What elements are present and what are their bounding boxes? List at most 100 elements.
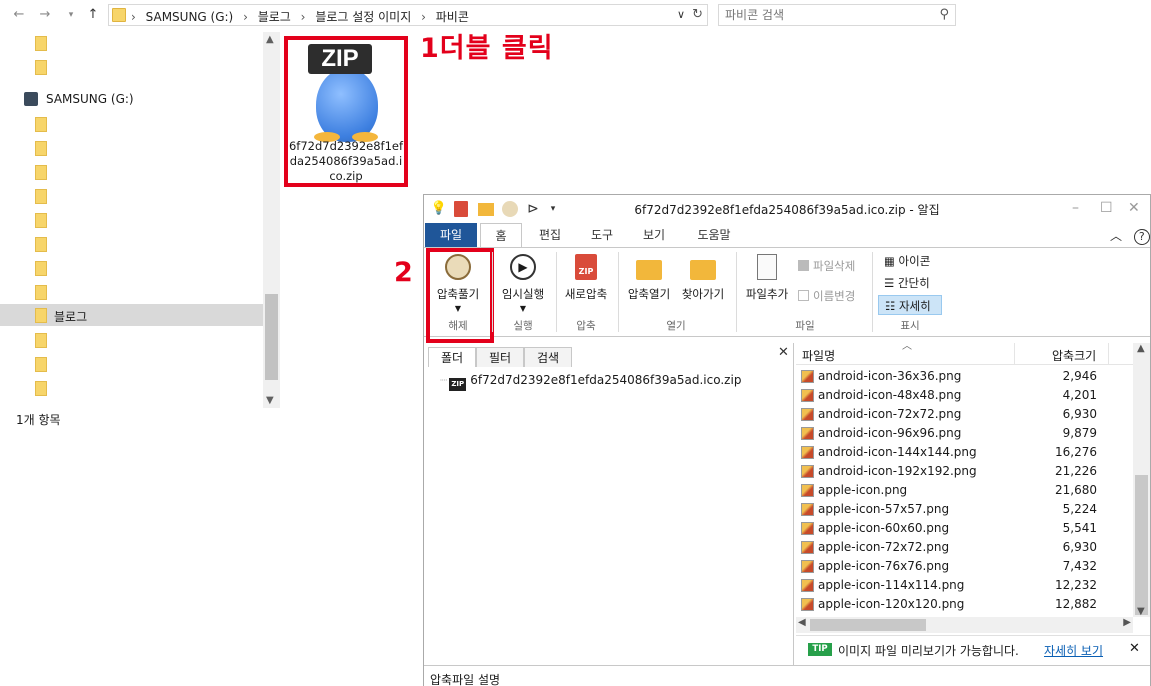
sort-caret-icon: ︿ (902, 341, 912, 352)
temp-run-button[interactable]: ▶ 임시실행 ▼ (496, 254, 550, 313)
address-bar[interactable]: › SAMSUNG (G:) › 블로그 › 블로그 설정 이미지 › 파비콘 … (108, 4, 708, 26)
tab-home[interactable]: 홈 (480, 223, 522, 247)
column-header-name[interactable]: 파일명 (802, 347, 835, 364)
tab-search[interactable]: 검색 (524, 347, 572, 367)
breadcrumb-item[interactable]: SAMSUNG (G:) (146, 10, 234, 24)
column-header-size[interactable]: 압축크기 (1052, 347, 1096, 364)
file-list-hscrollbar[interactable]: ◀ ▶ (796, 617, 1133, 633)
table-row[interactable]: apple-icon-72x72.png 6,930 (796, 538, 1133, 557)
table-row[interactable]: android-icon-192x192.png 21,226 (796, 462, 1133, 481)
tab-help[interactable]: 도움말 (686, 223, 742, 247)
extract-button[interactable]: 압축풀기 ▼ (426, 248, 494, 343)
tree-folder[interactable] (0, 209, 264, 231)
tree-drive[interactable]: SAMSUNG (G:) (0, 88, 264, 110)
address-dropdown-icon[interactable]: ∨ (677, 8, 685, 21)
archive-tree-node[interactable]: ┈ ZIP 6f72d7d2392e8f1efda254086f39a5ad.ico… (440, 373, 741, 391)
tree-folder[interactable] (0, 32, 264, 54)
close-icon[interactable]: ✕ (1128, 200, 1140, 216)
search-box[interactable]: ⚲ (718, 4, 956, 26)
table-row[interactable]: apple-icon-76x76.png 7,432 (796, 557, 1133, 576)
tree-folder[interactable] (0, 281, 264, 303)
add-file-label: 파일추가 (745, 287, 789, 301)
tab-folder[interactable]: 폴더 (428, 347, 476, 367)
search-icon[interactable]: ⚲ (939, 7, 949, 22)
tab-view[interactable]: 보기 (632, 223, 676, 247)
tree-folder[interactable] (0, 353, 264, 375)
tab-edit[interactable]: 편집 (528, 223, 572, 247)
tree-folder[interactable] (0, 161, 264, 183)
tree-folder[interactable] (0, 113, 264, 135)
tab-file[interactable]: 파일 (425, 223, 477, 247)
table-row[interactable]: apple-icon.png 21,680 (796, 481, 1133, 500)
help-icon[interactable]: ? (1133, 229, 1150, 245)
zip-file-item[interactable]: ZIP 6f72d7d2392e8f1efda254086f39a5ad.ico… (284, 36, 408, 187)
breadcrumb-item[interactable]: 블로그 설정 이미지 (315, 10, 411, 24)
view-simple-button[interactable]: ☰ 간단히 (878, 273, 942, 293)
tree-folder[interactable] (0, 185, 264, 207)
table-row[interactable]: apple-icon-57x57.png 5,224 (796, 500, 1133, 519)
delete-file-button[interactable]: 파일삭제 (798, 258, 855, 274)
maximize-icon[interactable]: ☐ (1100, 200, 1113, 216)
png-file-icon (801, 503, 814, 516)
pane-close-icon[interactable]: ✕ (778, 345, 789, 360)
run-dropdown-icon[interactable]: ▼ (496, 304, 550, 313)
png-file-icon (801, 484, 814, 497)
scroll-thumb[interactable] (1135, 475, 1148, 615)
find-location-button[interactable]: 찾아가기 (676, 254, 730, 302)
refresh-icon[interactable]: ↻ (692, 7, 703, 22)
breadcrumb-item[interactable]: 파비콘 (436, 10, 469, 24)
tab-tools[interactable]: 도구 (580, 223, 624, 247)
table-row[interactable]: android-icon-144x144.png 16,276 (796, 443, 1133, 462)
recent-dropdown-icon[interactable]: ▾ (62, 6, 80, 24)
play-icon: ▶ (510, 254, 536, 280)
tip-text: 이미지 파일 미리보기가 가능합니다. (838, 644, 1019, 658)
scroll-thumb[interactable] (265, 294, 278, 380)
scroll-right-icon[interactable]: ▶ (1123, 617, 1131, 628)
png-file-icon (801, 427, 814, 440)
scroll-thumb[interactable] (810, 619, 926, 631)
file-list-header: 파일명 ︿ 압축크기 (796, 341, 1133, 365)
table-row[interactable]: apple-icon-120x120.png 12,882 (796, 595, 1133, 614)
search-input[interactable] (725, 7, 925, 23)
table-row[interactable]: apple-icon-114x114.png 12,232 (796, 576, 1133, 595)
tree-folder[interactable] (0, 137, 264, 159)
nav-pane-scrollbar[interactable]: ▲ ▼ (263, 32, 280, 408)
table-row[interactable]: android-icon-72x72.png 6,930 (796, 405, 1133, 424)
tree-folder[interactable] (0, 377, 264, 399)
view-detail-button[interactable]: ☷ 자세히 (878, 295, 942, 315)
scroll-down-icon[interactable]: ▼ (1137, 606, 1145, 617)
tip-close-icon[interactable]: ✕ (1129, 641, 1140, 656)
scroll-up-icon[interactable]: ▲ (1137, 343, 1145, 354)
tip-more-link[interactable]: 자세히 보기 (1044, 642, 1103, 659)
minimize-icon[interactable]: – (1072, 200, 1079, 216)
tree-folder[interactable] (0, 329, 264, 351)
add-file-button[interactable]: 파일추가 (740, 254, 794, 302)
folder-icon (35, 333, 47, 348)
scroll-up-icon[interactable]: ▲ (266, 34, 274, 45)
collapse-ribbon-icon[interactable]: ︿ (1110, 229, 1122, 243)
open-archive-button[interactable]: 압축열기 (622, 254, 676, 302)
back-arrow-icon[interactable]: ← (10, 6, 28, 24)
tab-filter[interactable]: 필터 (476, 347, 524, 367)
tree-folder[interactable] (0, 257, 264, 279)
view-icons-button[interactable]: ▦ 아이콘 (878, 251, 942, 271)
up-arrow-icon[interactable]: ↑ (84, 6, 102, 24)
tree-folder[interactable] (0, 56, 264, 78)
table-row[interactable]: apple-icon-60x60.png 5,541 (796, 519, 1133, 538)
tree-folder-label: 블로그 (54, 310, 88, 324)
breadcrumb-item[interactable]: 블로그 (258, 10, 291, 24)
table-row[interactable]: android-icon-96x96.png 9,879 (796, 424, 1133, 443)
group-separator (556, 252, 557, 332)
forward-arrow-icon[interactable]: → (36, 6, 54, 24)
png-file-icon (801, 465, 814, 478)
scroll-down-icon[interactable]: ▼ (266, 395, 274, 406)
new-archive-button[interactable]: ZIP 새로압축 (560, 254, 612, 302)
table-row[interactable]: android-icon-48x48.png 4,201 (796, 386, 1133, 405)
file-list-vscrollbar[interactable]: ▲ ▼ (1133, 343, 1150, 617)
tree-folder-selected[interactable]: 블로그 (0, 304, 264, 326)
tree-folder[interactable] (0, 233, 264, 255)
file-name-cell: apple-icon-57x57.png (818, 502, 950, 516)
table-row[interactable]: android-icon-36x36.png 2,946 (796, 367, 1133, 386)
rename-button[interactable]: 이름변경 (798, 288, 855, 304)
scroll-left-icon[interactable]: ◀ (798, 617, 806, 628)
